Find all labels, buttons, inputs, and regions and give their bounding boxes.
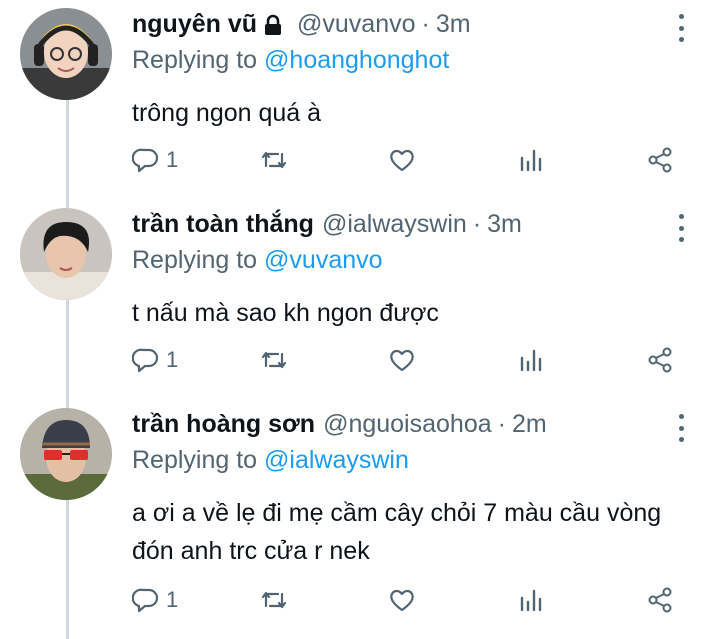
replying-to-label: Replying to	[132, 46, 258, 74]
display-name[interactable]: trần toàn thắng	[132, 210, 314, 239]
retweet-button[interactable]	[260, 582, 288, 618]
tweet-text: a ơi a về lẹ đi mẹ cầm cây chỏi 7 màu cầ…	[132, 499, 662, 565]
timestamp[interactable]: 2m	[512, 410, 547, 439]
lock-icon	[263, 14, 283, 36]
share-icon	[646, 586, 674, 614]
analytics-icon	[518, 346, 546, 374]
tweet[interactable]: trần hoàng sơn @nguoisaohoa · 2m Replyin…	[0, 400, 720, 639]
retweet-button[interactable]	[260, 142, 288, 178]
user-handle[interactable]: @ialwayswin	[322, 210, 467, 239]
share-icon	[646, 146, 674, 174]
like-button[interactable]	[388, 142, 416, 178]
tweet-text: t nấu mà sao kh ngon được	[132, 299, 439, 327]
tweet-text: trông ngon quá à	[132, 99, 322, 127]
heart-icon	[388, 346, 416, 374]
tweet-header: trần hoàng sơn @nguoisaohoa · 2m	[132, 410, 547, 439]
views-button[interactable]	[518, 582, 546, 618]
replying-to: Replying to @hoanghonghot	[132, 46, 449, 75]
action-bar: 1	[132, 142, 692, 178]
heart-icon	[388, 146, 416, 174]
avatar[interactable]	[20, 408, 112, 500]
retweet-icon	[260, 586, 288, 614]
replying-to: Replying to @vuvanvo	[132, 246, 383, 275]
separator: ·	[497, 410, 506, 438]
more-icon[interactable]	[676, 214, 686, 242]
display-name[interactable]: nguyên vũ	[132, 10, 257, 39]
reply-icon	[132, 146, 160, 174]
action-bar: 1	[132, 582, 692, 618]
reply-icon	[132, 346, 160, 374]
share-button[interactable]	[646, 582, 674, 618]
replying-to: Replying to @ialwayswin	[132, 446, 409, 475]
views-button[interactable]	[518, 342, 546, 378]
reply-button[interactable]: 1	[132, 582, 178, 618]
share-button[interactable]	[646, 142, 674, 178]
separator: ·	[472, 210, 482, 238]
analytics-icon	[518, 146, 546, 174]
retweet-icon	[260, 146, 288, 174]
user-handle[interactable]: @nguoisaohoa	[323, 410, 492, 439]
avatar[interactable]	[20, 8, 112, 100]
action-bar: 1	[132, 342, 692, 378]
reply-button[interactable]: 1	[132, 342, 178, 378]
reply-count: 1	[166, 587, 179, 612]
share-icon	[646, 346, 674, 374]
replying-to-label: Replying to	[132, 446, 258, 474]
reply-button[interactable]: 1	[132, 142, 178, 178]
avatar[interactable]	[20, 208, 112, 300]
display-name[interactable]: trần hoàng sơn	[132, 410, 315, 439]
reply-count: 1	[166, 147, 179, 172]
heart-icon	[388, 586, 416, 614]
share-button[interactable]	[646, 342, 674, 378]
timestamp[interactable]: 3m	[487, 210, 522, 239]
user-handle[interactable]: @vuvanvo	[297, 10, 416, 39]
analytics-icon	[518, 586, 546, 614]
mention-link[interactable]: @vuvanvo	[264, 246, 383, 274]
timestamp[interactable]: 3m	[436, 10, 471, 39]
reply-icon	[132, 586, 160, 614]
separator: ·	[421, 10, 430, 38]
tweet[interactable]: trần toàn thắng @ialwayswin · 3m Replyin…	[0, 200, 720, 400]
more-icon[interactable]	[676, 14, 686, 42]
replying-to-label: Replying to	[132, 246, 258, 274]
mention-link[interactable]: @ialwayswin	[264, 446, 409, 474]
tweet-header: trần toàn thắng @ialwayswin · 3m	[132, 210, 522, 239]
tweet-header: nguyên vũ @vuvanvo · 3m	[132, 10, 471, 39]
retweet-icon	[260, 346, 288, 374]
views-button[interactable]	[518, 142, 546, 178]
retweet-button[interactable]	[260, 342, 288, 378]
more-icon[interactable]	[676, 414, 686, 442]
reply-count: 1	[166, 347, 179, 372]
tweet[interactable]: nguyên vũ @vuvanvo · 3m Replying to @hoa…	[0, 0, 720, 200]
mention-link[interactable]: @hoanghonghot	[264, 46, 449, 74]
like-button[interactable]	[388, 582, 416, 618]
like-button[interactable]	[388, 342, 416, 378]
